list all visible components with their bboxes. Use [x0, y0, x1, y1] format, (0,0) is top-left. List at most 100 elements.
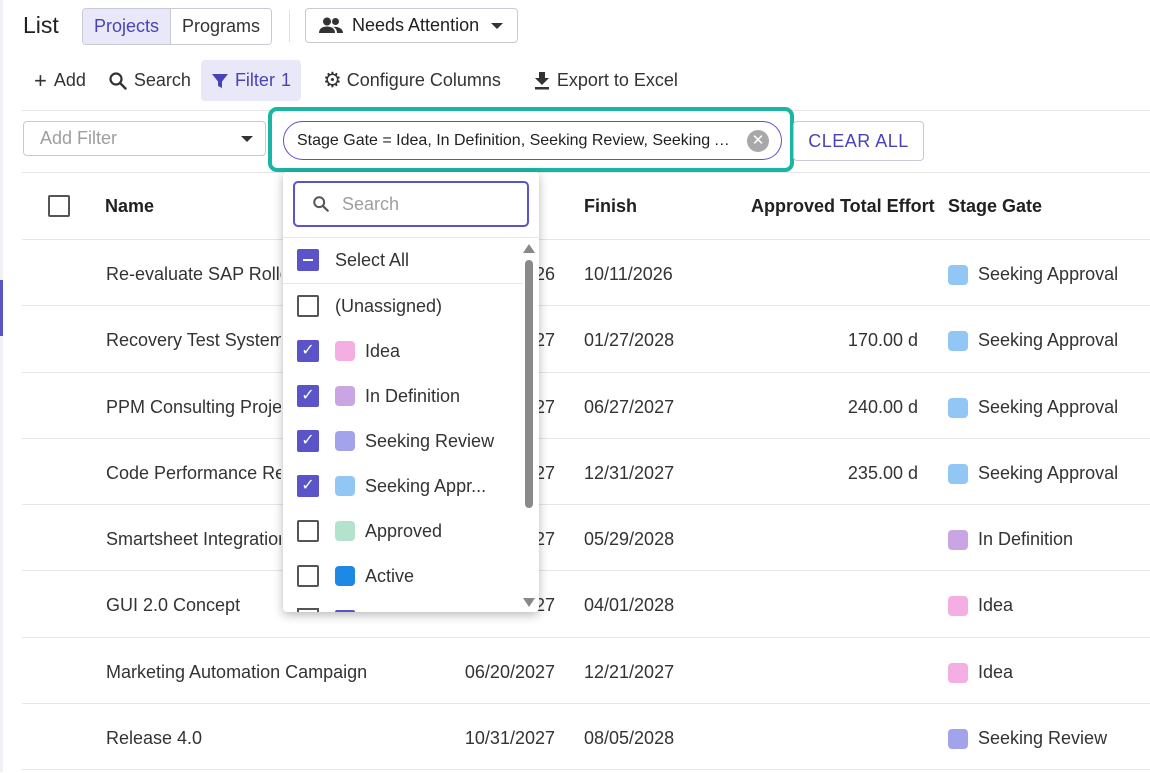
close-icon[interactable]: ✕ [747, 129, 769, 152]
option-checkbox[interactable] [297, 565, 319, 587]
row-name[interactable]: Marketing Automation Campaign [106, 662, 406, 683]
filter-divider [22, 172, 1150, 173]
row-name[interactable]: Recovery Test System [106, 330, 281, 351]
option-unassigned[interactable]: (Unassigned) [297, 286, 442, 326]
dropdown-search-input[interactable]: Search [293, 181, 529, 227]
row-stage: Idea [948, 595, 1013, 616]
row-name[interactable]: PPM Consulting Project [106, 397, 281, 418]
add-filter-select[interactable]: Add Filter [23, 121, 266, 156]
left-rail-active-indicator [0, 280, 3, 336]
option-approved[interactable]: Approved [297, 511, 442, 551]
row-finish: 10/11/2026 [584, 264, 673, 284]
toggle-projects[interactable]: Projects [83, 9, 172, 44]
row-name[interactable]: Release 4.0 [106, 728, 406, 749]
column-header-name[interactable]: Name [105, 196, 154, 217]
stage-swatch [948, 728, 968, 749]
stage-label: Seeking Review [978, 728, 1108, 748]
option-seeking-approval[interactable]: ✓ Seeking Appr... [297, 466, 486, 506]
row-name[interactable]: GUI 2.0 Concept [106, 595, 281, 616]
row-effort: 240.00 d [847, 397, 918, 417]
configure-columns-button[interactable]: ⚙ Configure Columns [313, 60, 511, 101]
table-row[interactable]: Recovery Test System 27 01/27/2028 170.0… [22, 305, 1150, 372]
scroll-up-arrow-icon[interactable] [523, 244, 535, 253]
gear-icon: ⚙ [322, 69, 342, 92]
option-color-swatch [335, 341, 355, 361]
row-name[interactable]: Code Performance Review [106, 463, 281, 484]
option-color-swatch-partial [335, 610, 355, 612]
table-row[interactable]: Re-evaluate SAP Rollout 26 10/11/2026 Se… [22, 239, 1150, 306]
table-row-divider [22, 769, 1150, 773]
table-row[interactable]: GUI 2.0 Concept 27 04/01/2028 Idea [22, 570, 1150, 637]
row-name[interactable]: Smartsheet Integration [106, 529, 281, 550]
view-select[interactable]: Needs Attention [305, 8, 518, 43]
toggle-programs[interactable]: Programs [171, 9, 272, 44]
filter-chip-label: Stage Gate = Idea, In Definition, Seekin… [297, 131, 739, 149]
option-checkbox[interactable] [297, 520, 319, 542]
option-label: Seeking Review [365, 430, 495, 451]
scroll-down-arrow-icon[interactable] [523, 598, 535, 607]
column-header-finish[interactable]: Finish [584, 196, 637, 217]
configure-columns-label: Configure Columns [346, 70, 501, 90]
option-in-definition[interactable]: ✓ In Definition [297, 376, 460, 416]
stage-swatch [948, 595, 968, 616]
row-finish: 06/27/2027 [584, 397, 675, 417]
row-name[interactable]: Re-evaluate SAP Rollout [106, 264, 281, 285]
row-stage: Idea [948, 662, 1013, 683]
magnifier-icon [109, 71, 127, 90]
select-all-option[interactable]: Select All [297, 240, 409, 280]
export-excel-label: Export to Excel [556, 70, 678, 90]
dropdown-scrollbar-thumb[interactable] [525, 260, 533, 508]
option-checkbox[interactable]: ✓ [297, 385, 319, 407]
option-checkbox[interactable]: ✓ [297, 340, 319, 362]
stage-swatch [948, 463, 968, 484]
stage-swatch [948, 397, 968, 418]
option-color-swatch [335, 566, 355, 586]
option-active[interactable]: Active [297, 556, 414, 596]
table-row[interactable]: PPM Consulting Project 27 06/27/2027 240… [22, 372, 1150, 439]
left-rail [0, 0, 3, 772]
option-color-swatch [335, 431, 355, 451]
option-color-swatch [335, 521, 355, 541]
option-seeking-review[interactable]: ✓ Seeking Review [297, 421, 494, 461]
option-label: Active [365, 565, 415, 586]
select-all-checkbox[interactable] [297, 249, 319, 271]
row-effort: 235.00 d [847, 463, 918, 483]
table-row[interactable]: Marketing Automation Campaign 06/20/2027… [22, 637, 1150, 704]
projects-programs-toggle: Projects Programs [82, 8, 273, 45]
row-finish: 05/29/2028 [584, 529, 675, 549]
view-select-label: Needs Attention [352, 15, 480, 35]
table-row[interactable]: Smartsheet Integration 27 05/29/2028 In … [22, 504, 1150, 571]
option-checkbox[interactable]: ✓ [297, 475, 319, 497]
chevron-down-icon [491, 22, 504, 29]
page-title: List [23, 12, 59, 38]
option-color-swatch [335, 386, 355, 406]
stage-label: Idea [978, 662, 1014, 682]
stage-label: In Definition [978, 529, 1074, 549]
row-stage: Seeking Approval [948, 330, 1118, 351]
column-header-stage-gate[interactable]: Stage Gate [948, 196, 1042, 217]
select-all-rows-checkbox[interactable] [48, 195, 70, 217]
search-button[interactable]: Search [98, 60, 201, 101]
filter-button[interactable]: Filter 1 [200, 60, 301, 101]
toolbar: + Add Search Filter 1 ⚙ Configure Column… [24, 60, 688, 101]
row-finish: 08/05/2028 [584, 728, 675, 748]
add-button[interactable]: + Add [24, 60, 96, 101]
plus-icon: + [34, 67, 47, 93]
clear-all-button[interactable]: CLEAR ALL [793, 121, 924, 161]
add-button-label: Add [53, 70, 86, 90]
column-header-effort[interactable]: Approved Total Effort [751, 196, 935, 217]
table-row[interactable]: Code Performance Review 27 12/31/2027 23… [22, 438, 1150, 505]
table-row[interactable]: Release 4.0 10/31/2027 08/05/2028 Seekin… [22, 703, 1150, 770]
option-checkbox[interactable]: ✓ [297, 430, 319, 452]
filter-button-label: Filter [234, 70, 275, 90]
stage-gate-filter-chip[interactable]: Stage Gate = Idea, In Definition, Seekin… [283, 121, 782, 160]
option-idea[interactable]: ✓ Idea [297, 331, 400, 371]
download-icon [534, 71, 549, 89]
stage-swatch [948, 264, 968, 285]
stage-swatch [948, 529, 968, 550]
option-checkbox[interactable] [297, 295, 319, 317]
chevron-down-icon [241, 135, 253, 142]
filter-count: 1 [280, 70, 291, 90]
export-excel-button[interactable]: Export to Excel [523, 60, 688, 101]
option-label: Idea [365, 340, 401, 361]
